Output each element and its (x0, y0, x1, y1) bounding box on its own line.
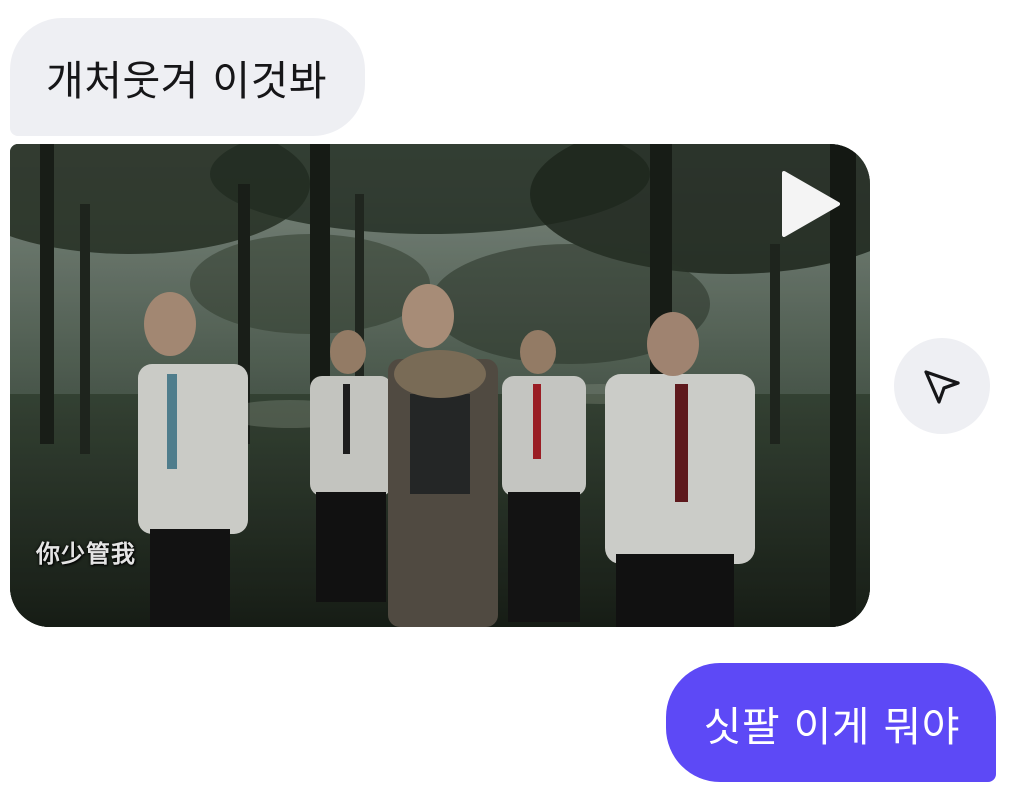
video-watermark: 你少管我 (36, 540, 136, 568)
share-button[interactable] (894, 338, 990, 434)
video-thumbnail (10, 144, 870, 627)
send-icon (924, 370, 960, 404)
outgoing-message-bubble[interactable]: 싯팔 이게 뭐야 (665, 663, 996, 782)
incoming-message-text: 개처웃겨 이것봐 (46, 57, 328, 105)
video-message[interactable]: 你少管我 (10, 144, 870, 627)
chat-thread: 개처웃겨 이것봐 你少管我 싯팔 이게 뭐야 (0, 0, 1020, 787)
play-icon[interactable] (780, 169, 842, 239)
incoming-message-bubble[interactable]: 개처웃겨 이것봐 (10, 18, 366, 136)
outgoing-message-text: 싯팔 이게 뭐야 (703, 702, 960, 751)
